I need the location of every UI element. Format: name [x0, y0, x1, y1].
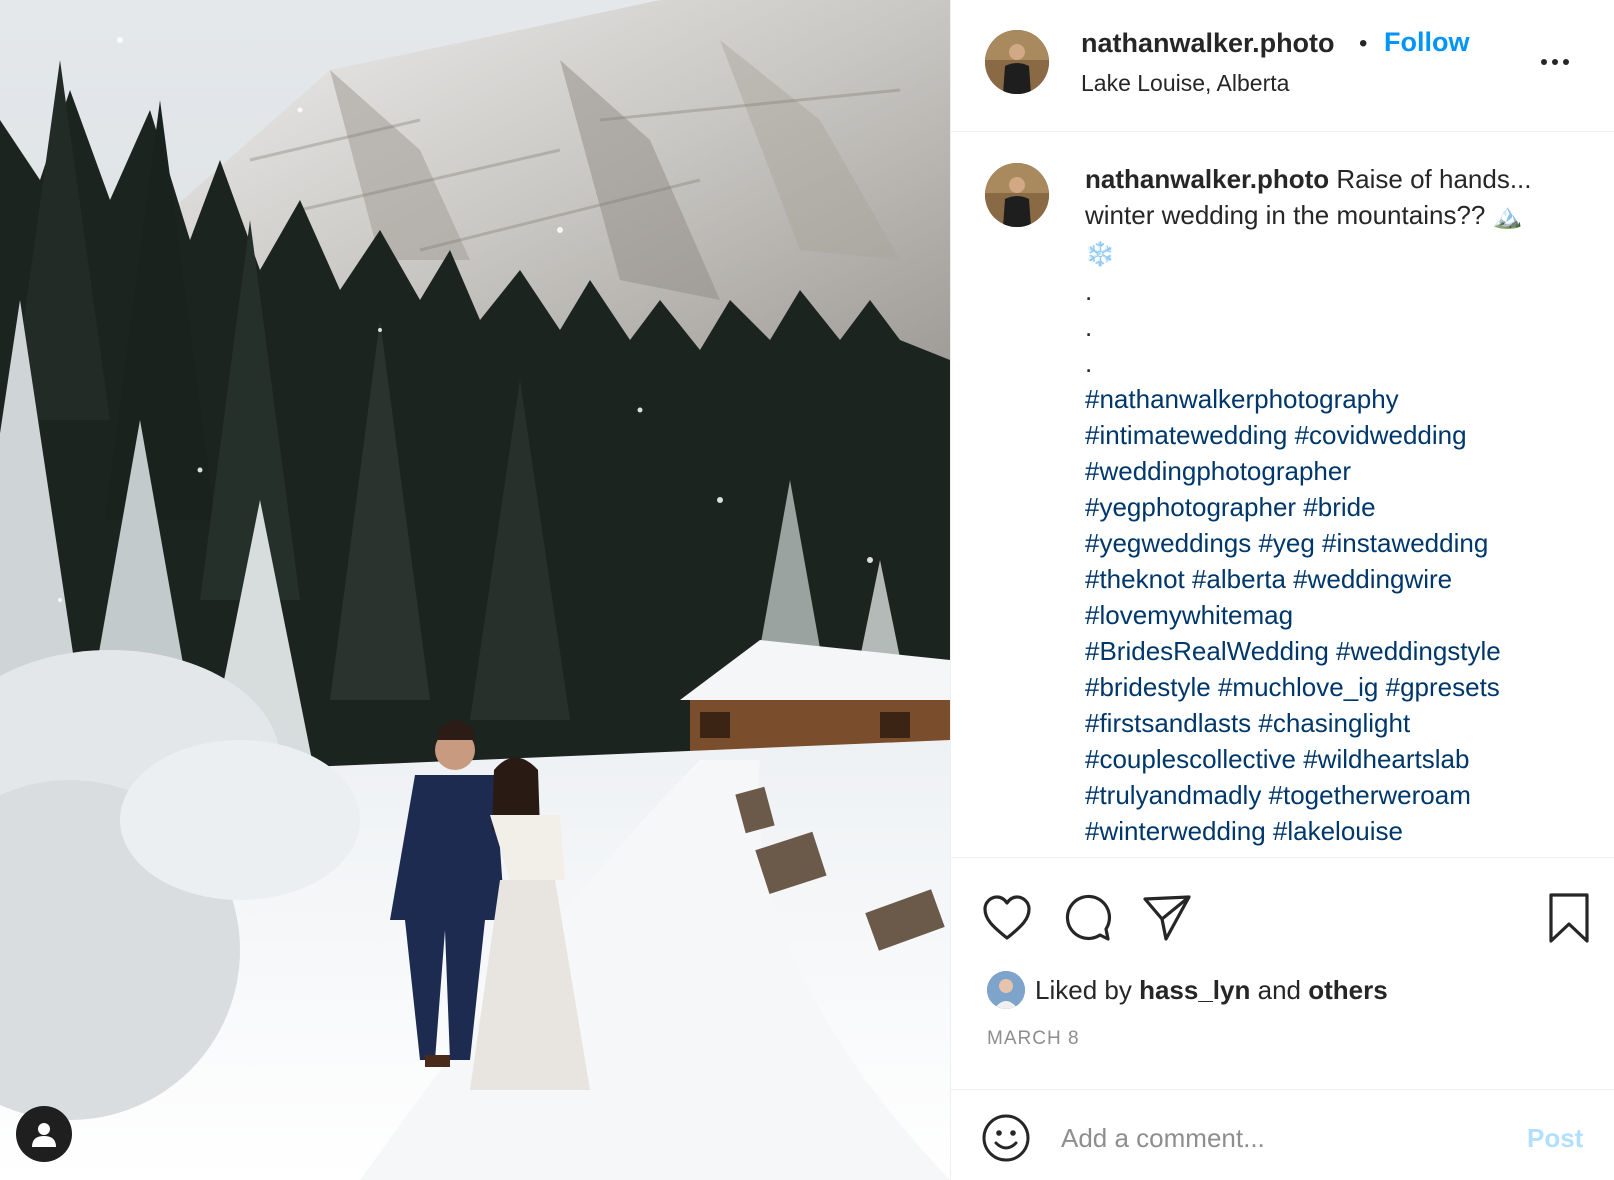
tagged-users-button[interactable] [16, 1106, 72, 1162]
caption-first-line: nathanwalker.photo Raise of hands... [1085, 161, 1585, 197]
hashtag-line[interactable]: #BridesRealWedding #weddingstyle [1085, 633, 1585, 669]
post-location[interactable]: Lake Louise, Alberta [1081, 70, 1289, 97]
post-date[interactable]: MARCH 8 [987, 1028, 1080, 1050]
separator-dot: • [1359, 30, 1368, 57]
likes-and-text: and [1257, 974, 1301, 1005]
speech-bubble-icon [1065, 894, 1112, 941]
caption-author-avatar-image [985, 163, 1049, 227]
author-username[interactable]: nathanwalker.photo [1081, 28, 1335, 59]
share-button[interactable] [1139, 890, 1195, 946]
caption-third-line: ❄️ [1085, 235, 1585, 273]
caption-text-line1: Raise of hands... [1336, 164, 1532, 194]
post-header: nathanwalker.photo • Follow Lake Louise,… [951, 0, 1614, 132]
author-avatar[interactable] [985, 30, 1049, 94]
emoji-picker-button[interactable] [981, 1113, 1031, 1163]
hashtag-line[interactable]: #couplescollective #wildheartslab [1085, 741, 1585, 777]
post-side-panel: nathanwalker.photo • Follow Lake Louise,… [950, 0, 1614, 1180]
hashtag-line[interactable]: #intimatewedding #covidwedding [1085, 417, 1585, 453]
follow-button[interactable]: Follow [1384, 27, 1469, 58]
comment-bar: Post [951, 1091, 1614, 1180]
caption-username[interactable]: nathanwalker.photo [1085, 164, 1329, 194]
heart-outline-icon [983, 895, 1031, 940]
bookmark-outline-icon [1549, 893, 1589, 943]
hashtag-line[interactable]: #yegphotographer #bride [1085, 489, 1585, 525]
user-silhouette-icon [32, 1123, 56, 1147]
caption-dots: . . . [1085, 273, 1585, 381]
hashtag-line[interactable]: #trulyandmadly #togetherweroam [1085, 777, 1585, 813]
caption-dot: . [1085, 348, 1093, 378]
post-caption: nathanwalker.photo Raise of hands... win… [1085, 161, 1585, 849]
caption-second-line: winter wedding in the mountains?? 🏔️ [1085, 197, 1585, 235]
paper-plane-icon [1143, 895, 1191, 941]
post-actions: Liked by hass_lyn and others MARCH 8 [951, 860, 1614, 1090]
hashtag-line[interactable]: #yegweddings #yeg #instawedding [1085, 525, 1585, 561]
liker-avatar[interactable] [987, 971, 1025, 1009]
more-horizontal-icon [1541, 59, 1547, 65]
hashtag-line[interactable]: #nathanwalkerphotography [1085, 381, 1585, 417]
hashtag-line[interactable]: #winterwedding #lakelouise [1085, 813, 1585, 849]
liker-avatar-image [987, 971, 1025, 1009]
likes-summary: Liked by hass_lyn and others [987, 970, 1388, 1010]
more-options-button[interactable] [1535, 42, 1575, 82]
hashtag-list: #nathanwalkerphotography #intimateweddin… [1085, 381, 1585, 849]
save-button[interactable] [1541, 890, 1597, 946]
hashtag-line[interactable]: #firstsandlasts #chasinglight [1085, 705, 1585, 741]
hashtag-line[interactable]: #weddingphotographer [1085, 453, 1585, 489]
hashtag-line[interactable]: #bridestyle #muchlove_ig #gpresets [1085, 669, 1585, 705]
smiley-face-icon [982, 1114, 1030, 1162]
hashtag-line[interactable]: #lovemywhitemag [1085, 597, 1585, 633]
more-dot [1552, 59, 1558, 65]
caption-author-avatar[interactable] [985, 163, 1049, 227]
mountain-emoji-icon: 🏔️ [1492, 203, 1523, 230]
post-comment-button[interactable]: Post [1527, 1123, 1583, 1154]
snowflake-emoji-icon: ❄️ [1085, 241, 1115, 268]
more-dot [1563, 59, 1569, 65]
comment-button[interactable] [1059, 890, 1115, 946]
post-photo[interactable] [0, 0, 950, 1180]
hashtag-line[interactable]: #theknot #alberta #weddingwire [1085, 561, 1585, 597]
caption-section: nathanwalker.photo Raise of hands... win… [951, 133, 1614, 858]
caption-dot: . [1085, 312, 1093, 342]
likes-others-link[interactable]: others [1308, 975, 1387, 1006]
like-button[interactable] [979, 890, 1035, 946]
caption-dot: . [1085, 276, 1093, 306]
post-photo-illustration [0, 0, 950, 1180]
liked-by-text: Liked by [1035, 974, 1132, 1005]
liker-username[interactable]: hass_lyn [1139, 975, 1250, 1006]
comment-input[interactable] [1061, 1115, 1481, 1161]
caption-text-line2: winter wedding in the mountains?? [1085, 200, 1486, 230]
author-avatar-image [985, 30, 1049, 94]
